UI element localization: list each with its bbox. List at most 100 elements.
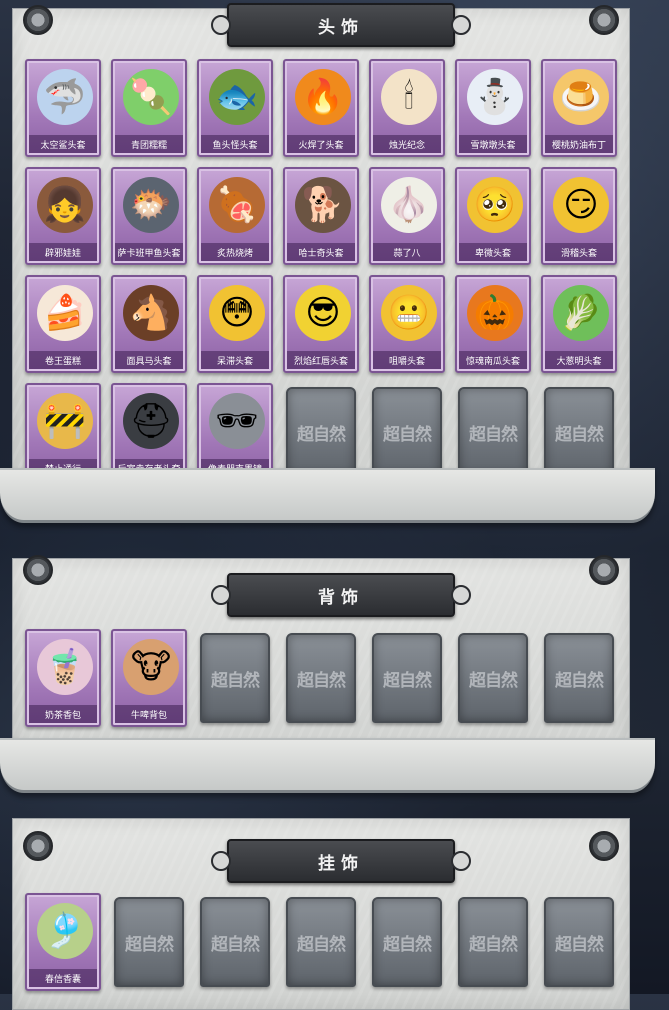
watermark-logo: 超自然	[555, 934, 604, 955]
item-slot[interactable]: 🐮 牛啤背包	[111, 629, 187, 727]
item-icon: ⛄	[467, 69, 523, 125]
item-card[interactable]: 🐡 萨卡班甲鱼头套	[111, 167, 187, 265]
item-icon: 😏	[553, 177, 609, 233]
item-label: 面具马头套	[115, 351, 183, 369]
item-card[interactable]: 🐕 哈士奇头套	[283, 167, 359, 265]
item-slot[interactable]: 🍡 青团糯糯	[111, 59, 187, 157]
empty-slot: 超自然	[197, 629, 273, 727]
item-grid: 🧋 奶茶香包 🐮 牛啤背包 超自然 超自然 超自然 超自然 超自然	[25, 629, 625, 727]
item-slot[interactable]: ⛄ 雪墩墩头套	[455, 59, 531, 157]
item-card[interactable]: 🐴 面具马头套	[111, 275, 187, 373]
item-slot[interactable]: 😬 咀嚼头套	[369, 275, 445, 373]
locked-slot-placeholder: 超自然	[286, 897, 356, 987]
item-card[interactable]: 🥬 大葱明头套	[541, 275, 617, 373]
item-card[interactable]: 😳 呆滞头套	[197, 275, 273, 373]
item-slot[interactable]: 🎐 春信香囊	[25, 893, 101, 991]
item-slot[interactable]: 😏 滑稽头套	[541, 167, 617, 265]
item-slot[interactable]: 🐕 哈士奇头套	[283, 167, 359, 265]
item-label: 太空鲨头套	[29, 135, 97, 153]
item-slot[interactable]: 😎 烈焰红唇头套	[283, 275, 359, 373]
item-card[interactable]: 🍮 樱桃奶油布丁	[541, 59, 617, 157]
item-card[interactable]: 👧 辟邪娃娃	[25, 167, 101, 265]
item-slot[interactable]: 🍮 樱桃奶油布丁	[541, 59, 617, 157]
item-label: 哈士奇头套	[287, 243, 355, 261]
item-icon: 🎐	[37, 903, 93, 959]
corner-ornament-icon	[23, 5, 53, 35]
item-slot[interactable]: 🥺 卑微头套	[455, 167, 531, 265]
item-card[interactable]: 🔥 火焊了头套	[283, 59, 359, 157]
empty-slot: 超自然	[369, 629, 445, 727]
section-title: 头饰	[211, 3, 471, 47]
item-card[interactable]: 🐟 鱼头怪头套	[197, 59, 273, 157]
item-slot[interactable]: 🎃 惊魂南瓜头套	[455, 275, 531, 373]
item-card[interactable]: 🍰 卷王蛋糕	[25, 275, 101, 373]
section-title: 挂饰	[211, 839, 471, 883]
item-icon: 👧	[37, 177, 93, 233]
locked-slot-placeholder: 超自然	[458, 897, 528, 987]
item-icon: 🎃	[467, 285, 523, 341]
empty-slot: 超自然	[455, 383, 531, 481]
empty-slot: 超自然	[283, 893, 359, 991]
item-slot[interactable]: 🍖 炙热烧烤	[197, 167, 273, 265]
item-slot[interactable]: 🐴 面具马头套	[111, 275, 187, 373]
watermark-logo: 超自然	[297, 934, 346, 955]
item-slot[interactable]: 👧 辟邪娃娃	[25, 167, 101, 265]
item-card[interactable]: ⛑后室幸存者头套	[111, 383, 187, 481]
locked-slot-placeholder: 超自然	[544, 633, 614, 723]
item-slot[interactable]: 🦈 太空鲨头套	[25, 59, 101, 157]
item-card[interactable]: ⛄ 雪墩墩头套	[455, 59, 531, 157]
item-card[interactable]: 🍡 青团糯糯	[111, 59, 187, 157]
item-icon: 🔥	[295, 69, 351, 125]
item-label: 春信香囊	[29, 969, 97, 987]
item-label: 牛啤背包	[115, 705, 183, 723]
item-slot[interactable]: 😳 呆滞头套	[197, 275, 273, 373]
item-slot[interactable]: 🕯 烛光纪念	[369, 59, 445, 157]
item-slot[interactable]: 🐡 萨卡班甲鱼头套	[111, 167, 187, 265]
corner-ornament-icon	[589, 831, 619, 861]
empty-slot: 超自然	[111, 893, 187, 991]
item-slot[interactable]: 🥬 大葱明头套	[541, 275, 617, 373]
empty-slot: 超自然	[369, 383, 445, 481]
item-card[interactable]: 🎃 惊魂南瓜头套	[455, 275, 531, 373]
item-label: 呆滞头套	[201, 351, 269, 369]
item-slot[interactable]: ⛑后室幸存者头套	[111, 383, 187, 481]
item-card[interactable]: 😏 滑稽头套	[541, 167, 617, 265]
scroll-bottom	[0, 738, 655, 793]
item-icon: 🥺	[467, 177, 523, 233]
item-slot[interactable]: 🚧禁止通行	[25, 383, 101, 481]
item-card[interactable]: 😎 烈焰红唇头套	[283, 275, 359, 373]
item-label: 萨卡班甲鱼头套	[115, 243, 183, 261]
item-card[interactable]: 🦈 太空鲨头套	[25, 59, 101, 157]
item-icon: 🍖	[209, 177, 265, 233]
watermark-logo: 超自然	[297, 670, 346, 691]
empty-slot: 超自然	[369, 893, 445, 991]
item-slot[interactable]: 🧋 奶茶香包	[25, 629, 101, 727]
watermark-logo: 超自然	[297, 424, 346, 445]
watermark-logo: 超自然	[125, 934, 174, 955]
item-card[interactable]: 🧄 蒜了八	[369, 167, 445, 265]
empty-slot: 超自然	[541, 383, 617, 481]
item-card[interactable]: 🥺 卑微头套	[455, 167, 531, 265]
item-slot[interactable]: 🐟 鱼头怪头套	[197, 59, 273, 157]
item-card[interactable]: 🕯 烛光纪念	[369, 59, 445, 157]
item-card[interactable]: 😬 咀嚼头套	[369, 275, 445, 373]
item-slot[interactable]: 🔥 火焊了头套	[283, 59, 359, 157]
item-grid: 🦈 太空鲨头套 🍡 青团糯糯 🐟 鱼头怪头套 🔥 火焊了头套 🕯 烛光纪念 ⛄ 雪墩墩头套 🍮 樱桃奶油布…	[25, 59, 625, 481]
item-card[interactable]: 🕶像素朋克墨镜	[197, 383, 273, 481]
item-slot[interactable]: 🧄 蒜了八	[369, 167, 445, 265]
locked-slot-placeholder: 超自然	[286, 387, 356, 477]
item-card[interactable]: 🚧禁止通行	[25, 383, 101, 481]
item-card[interactable]: 🐮 牛啤背包	[111, 629, 187, 727]
section-panel-pendant: 挂饰 🎐 春信香囊 超自然 超自然 超自然 超自然 超自然 超自然	[12, 818, 630, 1010]
item-label: 惊魂南瓜头套	[459, 351, 527, 369]
item-icon: 🚧	[37, 393, 93, 449]
locked-slot-placeholder: 超自然	[544, 897, 614, 987]
item-slot[interactable]: 🕶像素朋克墨镜	[197, 383, 273, 481]
watermark-logo: 超自然	[383, 934, 432, 955]
item-card[interactable]: 🧋 奶茶香包	[25, 629, 101, 727]
item-card[interactable]: 🍖 炙热烧烤	[197, 167, 273, 265]
item-label: 樱桃奶油布丁	[545, 135, 613, 153]
item-slot[interactable]: 🍰 卷王蛋糕	[25, 275, 101, 373]
locked-slot-placeholder: 超自然	[372, 387, 442, 477]
item-card[interactable]: 🎐 春信香囊	[25, 893, 101, 991]
